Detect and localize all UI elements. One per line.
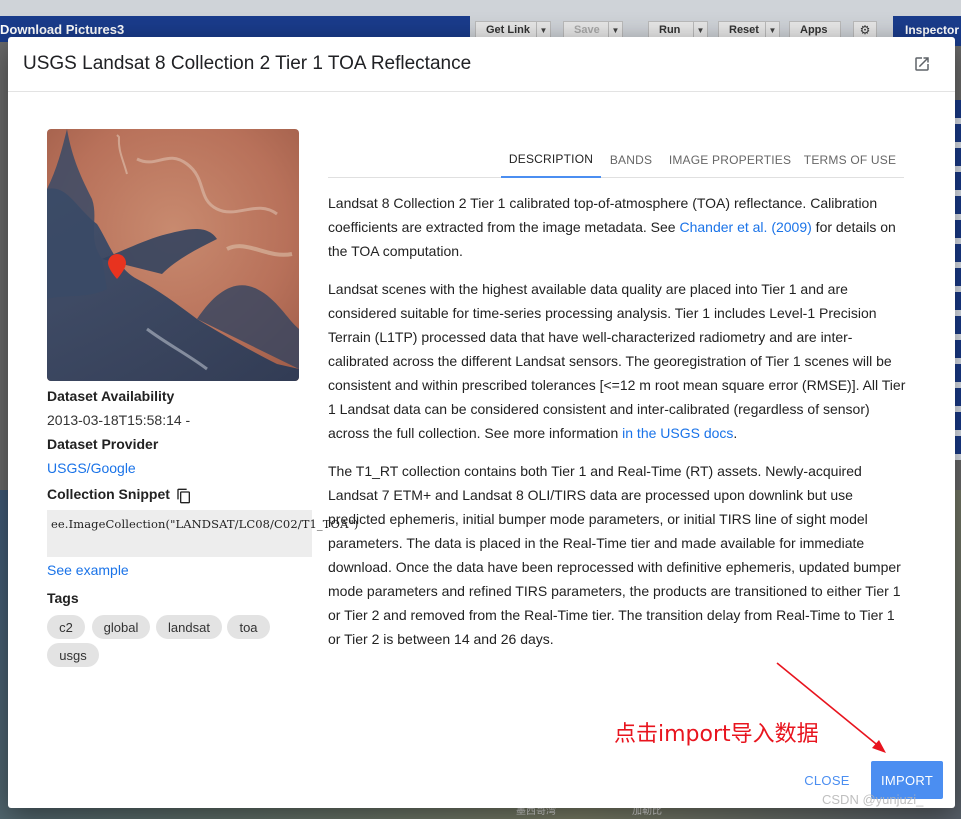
chevron-down-icon[interactable]: ▼ xyxy=(536,22,550,38)
availability-value: 2013-03-18T15:58:14 - xyxy=(47,412,191,428)
dialog-title: USGS Landsat 8 Collection 2 Tier 1 TOA R… xyxy=(23,53,472,74)
tab-description[interactable]: DESCRIPTION xyxy=(501,142,601,178)
tag-chip[interactable]: landsat xyxy=(156,615,222,639)
tags-label: Tags xyxy=(47,590,79,606)
dataset-thumbnail xyxy=(47,129,299,381)
dialog-header: USGS Landsat 8 Collection 2 Tier 1 TOA R… xyxy=(8,37,955,92)
description-paragraph: Landsat scenes with the highest availabl… xyxy=(328,277,908,445)
tag-chip[interactable]: toa xyxy=(227,615,270,639)
collection-snippet[interactable]: ee.ImageCollection("LANDSAT/LC08/C02/T1_… xyxy=(47,510,358,557)
description-paragraph: The T1_RT collection contains both Tier … xyxy=(328,463,901,647)
dataset-tabs: DESCRIPTION BANDS IMAGE PROPERTIES TERMS… xyxy=(328,142,904,178)
tag-chip[interactable]: c2 xyxy=(47,615,85,639)
tag-chip[interactable]: global xyxy=(92,615,150,639)
tag-chip[interactable]: usgs xyxy=(47,643,99,667)
close-button[interactable]: CLOSE xyxy=(798,765,856,795)
watermark: CSDN @yunjuzi_ xyxy=(822,792,924,807)
description-text: Landsat scenes with the highest availabl… xyxy=(328,281,906,441)
tab-bands[interactable]: BANDS xyxy=(606,142,656,178)
open-in-new-icon[interactable] xyxy=(913,55,931,73)
description-paragraph: Landsat 8 Collection 2 Tier 1 calibrated… xyxy=(328,191,908,263)
description-text: . xyxy=(733,425,738,441)
snippet-label: Collection Snippet xyxy=(47,486,170,502)
dataset-dialog: USGS Landsat 8 Collection 2 Tier 1 TOA R… xyxy=(8,37,955,808)
availability-label: Dataset Availability xyxy=(47,388,175,404)
provider-link[interactable]: USGS/Google xyxy=(47,460,136,476)
see-example-link[interactable]: See example xyxy=(47,562,129,578)
tab-terms-of-use[interactable]: TERMS OF USE xyxy=(803,142,897,178)
tab-image-properties[interactable]: IMAGE PROPERTIES xyxy=(668,142,792,178)
get-link-label: Get Link xyxy=(486,24,531,36)
reset-label: Reset xyxy=(729,24,759,36)
run-label: Run xyxy=(659,24,681,36)
provider-label: Dataset Provider xyxy=(47,436,159,452)
copy-icon[interactable] xyxy=(176,488,192,504)
save-label: Save xyxy=(574,24,600,36)
usgs-docs-link[interactable]: in the USGS docs xyxy=(622,425,733,441)
annotation-text: 点击import导入数据 xyxy=(614,722,819,747)
apps-label: Apps xyxy=(800,24,828,36)
chevron-down-icon[interactable]: ▼ xyxy=(608,22,622,38)
chevron-down-icon[interactable]: ▼ xyxy=(765,22,779,38)
chevron-down-icon[interactable]: ▼ xyxy=(693,22,707,38)
chander-link[interactable]: Chander et al. (2009) xyxy=(679,219,811,235)
